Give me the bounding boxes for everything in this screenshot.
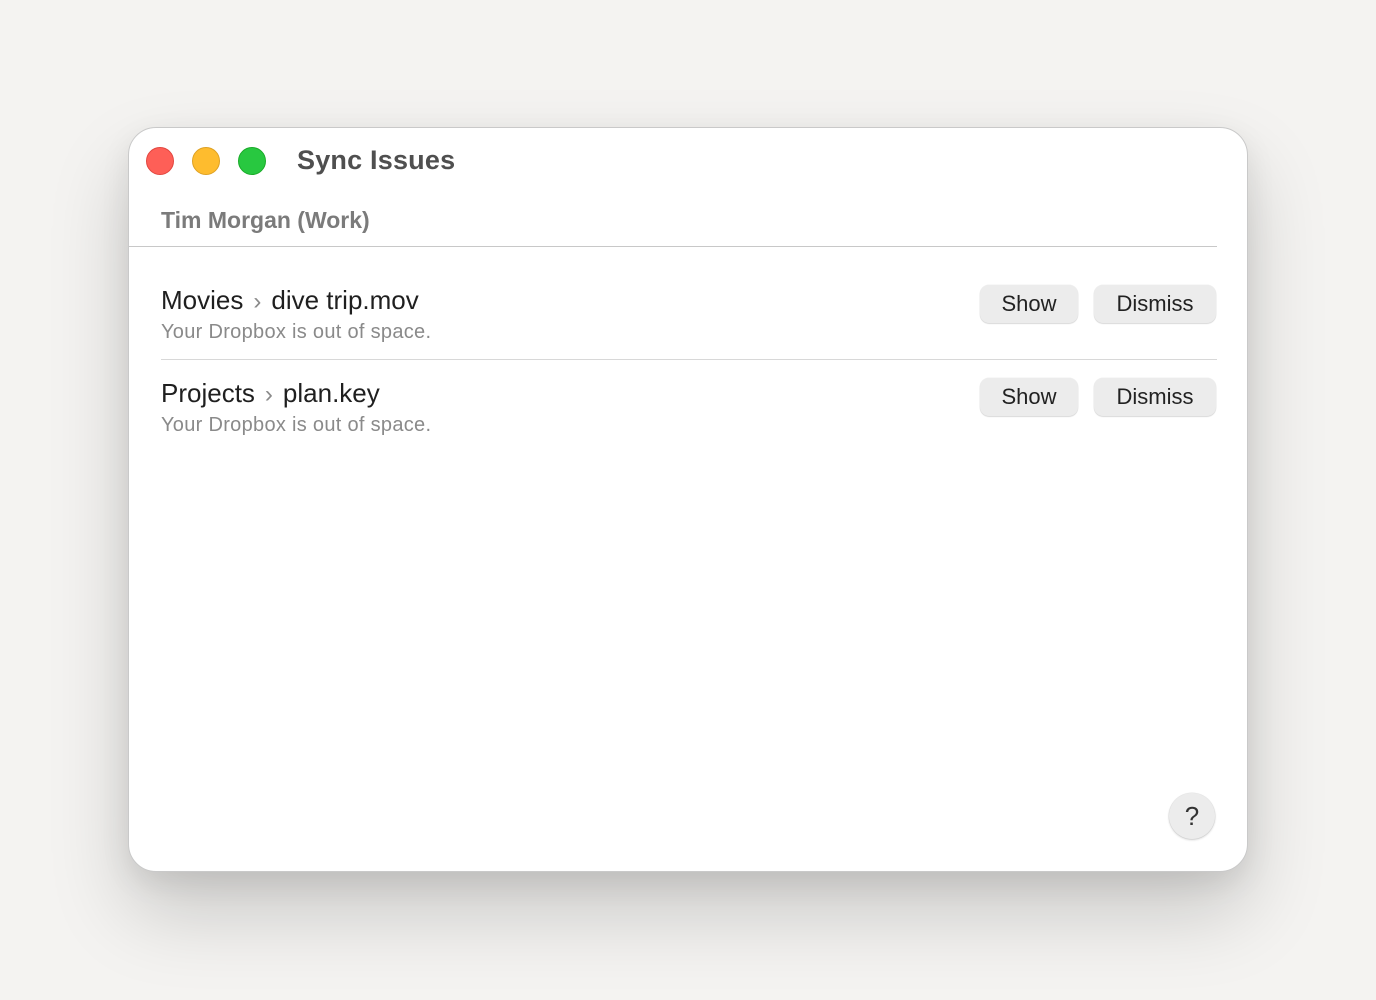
issue-row: Movies › dive trip.mov Your Dropbox is out…	[161, 285, 1217, 365]
sync-issues-window: Sync Issues Tim Morgan (Work) Movies › div…	[128, 127, 1248, 872]
help-button[interactable]: ?	[1169, 793, 1215, 839]
question-mark-icon: ?	[1184, 800, 1200, 831]
issue-folder: Projects	[161, 378, 255, 408]
close-window-button[interactable]	[146, 147, 174, 175]
account-divider	[129, 246, 1217, 247]
dismiss-button[interactable]: Dismiss	[1094, 285, 1216, 323]
issue-message: Your Dropbox is out of space.	[161, 321, 432, 343]
issue-path: Projects › plan.key	[161, 378, 380, 409]
minimize-window-button[interactable]	[192, 147, 220, 175]
row-divider	[161, 359, 1217, 360]
issue-file: dive trip.mov	[271, 285, 419, 315]
account-label: Tim Morgan (Work)	[161, 207, 370, 233]
traffic-lights	[146, 147, 266, 175]
dismiss-button[interactable]: Dismiss	[1094, 378, 1216, 416]
show-button[interactable]: Show	[980, 285, 1078, 323]
issue-file: plan.key	[282, 378, 380, 408]
show-button[interactable]: Show	[980, 378, 1078, 416]
issue-path: Movies › dive trip.mov	[161, 285, 419, 316]
issue-folder: Movies	[161, 285, 244, 315]
chevron-right-icon: ›	[253, 288, 262, 315]
issue-row: Projects › plan.key Your Dropbox is out of…	[161, 378, 1217, 458]
chevron-right-icon: ›	[264, 381, 273, 408]
zoom-window-button[interactable]	[238, 147, 266, 175]
issue-message: Your Dropbox is out of space.	[161, 414, 432, 436]
window-title: Sync Issues	[297, 145, 456, 175]
